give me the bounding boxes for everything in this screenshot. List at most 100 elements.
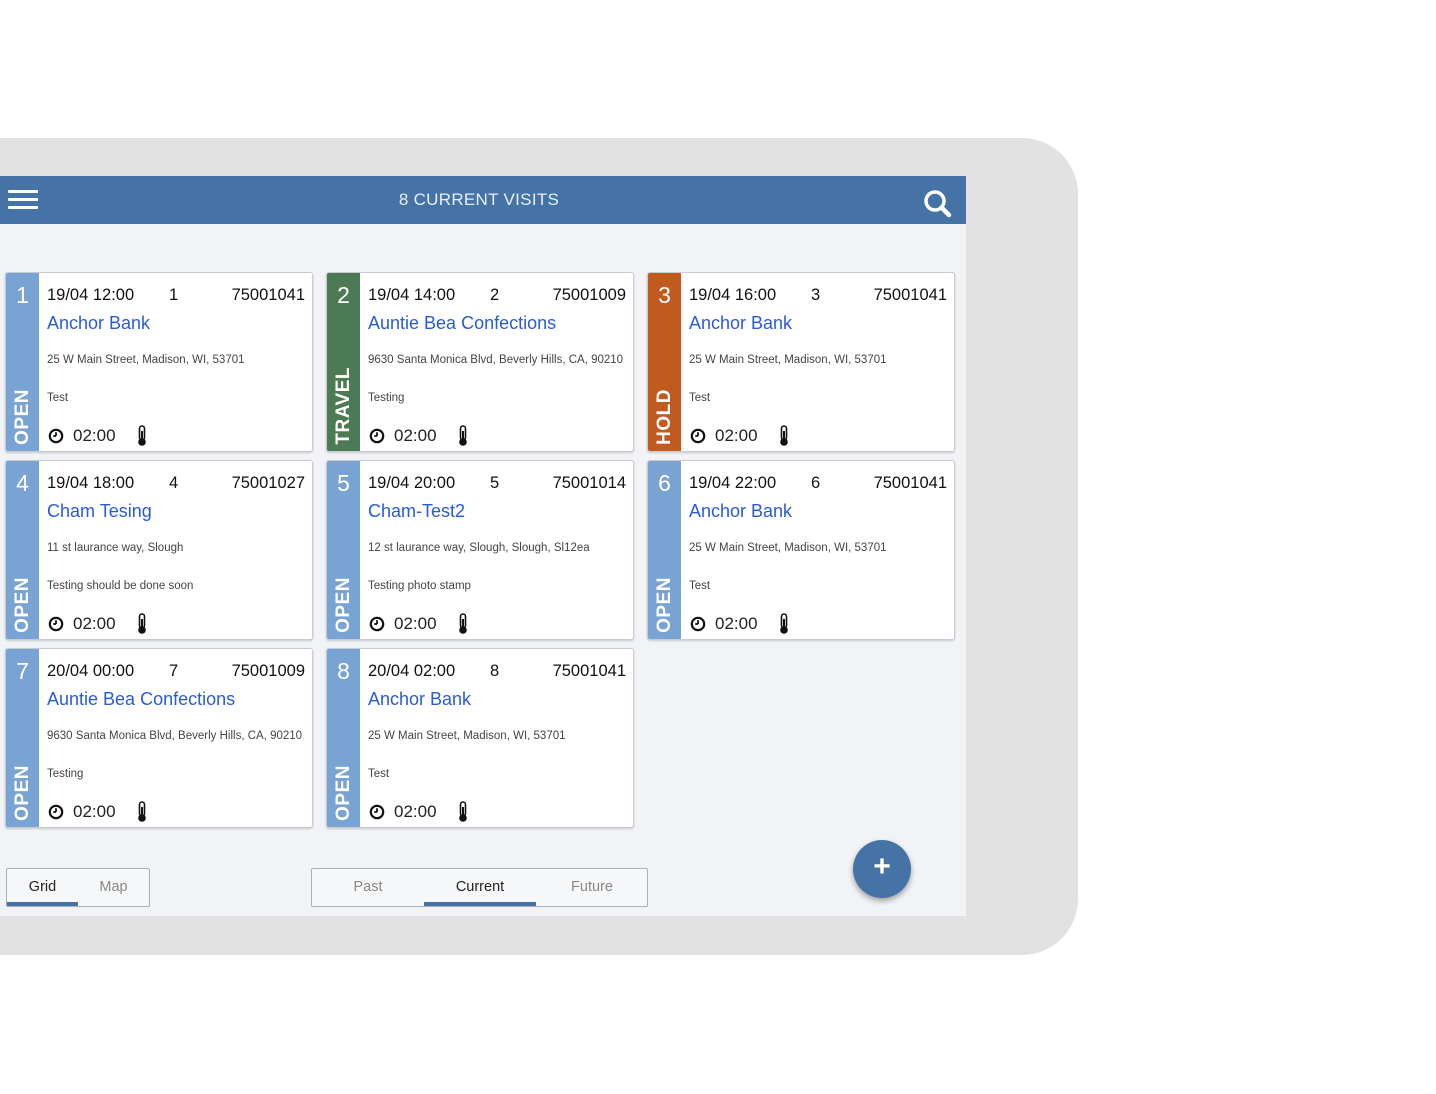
thermometer-icon [138,425,146,446]
customer-address: 25 W Main Street, Madison, WI, 53701 [47,354,245,366]
clock-icon [48,616,64,632]
thermometer-icon [780,425,788,446]
card-body: 19/04 22:00 6 75001041 Anchor Bank 25 W … [681,461,954,639]
view_toggle-option-map[interactable]: Map [78,869,149,906]
customer-name[interactable]: Auntie Bea Confections [368,313,556,334]
visit-datetime: 20/04 00:00 [47,662,135,680]
customer-name[interactable]: Anchor Bank [47,313,150,334]
time_filter-option-past[interactable]: Past [312,869,424,906]
customer-name[interactable]: Auntie Bea Confections [47,689,235,710]
clock-icon [369,804,385,820]
page-title: 8 CURRENT VISITS [398,190,560,209]
card-body: 20/04 00:00 7 75001009 Auntie Bea Confec… [39,649,312,827]
visit-reference: 75001014 [552,474,626,492]
status-bar: 8 OPEN [327,649,360,827]
card-header-row: 20/04 00:00 7 75001009 [47,662,305,682]
visit-sequence: 6 [811,474,821,492]
status-label: HOLD [654,389,675,445]
view-toggle: Grid Map [6,868,150,907]
status-bar: 2 TRAVEL [327,273,360,451]
visit-notes: Test [689,392,711,404]
visit-index: 2 [337,282,350,308]
thermometer-icon [459,613,467,634]
visit-sequence: 8 [490,662,500,680]
view_toggle-option-grid[interactable]: Grid [7,869,78,906]
card-header-row: 19/04 22:00 6 75001041 [689,474,947,494]
time_filter-option-current[interactable]: Current [424,869,536,906]
status-bar: 4 OPEN [6,461,39,639]
card-header-row: 19/04 12:00 1 75001041 [47,286,305,306]
visit-index: 3 [658,282,671,308]
time_filter-option-future[interactable]: Future [536,869,648,906]
customer-address: 25 W Main Street, Madison, WI, 53701 [689,354,887,366]
visit-index: 6 [658,470,671,496]
visit-card[interactable]: 8 OPEN 20/04 02:00 8 75001041 Anchor Ban… [326,648,634,828]
clock-icon [48,428,64,444]
visit-card[interactable]: 3 HOLD 19/04 16:00 3 75001041 Anchor Ban… [647,272,955,452]
visit-card[interactable]: 4 OPEN 19/04 18:00 4 75001027 Cham Tesin… [5,460,313,640]
status-label: OPEN [654,577,675,633]
card-header-row: 19/04 20:00 5 75001014 [368,474,626,494]
customer-name[interactable]: Cham Tesing [47,501,152,522]
visit-index: 1 [16,282,29,308]
status-bar: 7 OPEN [6,649,39,827]
visit-notes: Testing photo stamp [368,580,471,592]
card-body: 19/04 18:00 4 75001027 Cham Tesing 11 st… [39,461,312,639]
status-label: TRAVEL [333,367,354,445]
visit-sequence: 1 [169,286,179,304]
visit-card[interactable]: 1 OPEN 19/04 12:00 1 75001041 Anchor Ban… [5,272,313,452]
visit-notes: Test [368,768,390,780]
search-icon[interactable] [922,188,954,218]
customer-name[interactable]: Cham-Test2 [368,501,465,522]
visit-datetime: 20/04 02:00 [368,662,456,680]
app-screen: 8 CURRENT VISITS 1 OPEN 19/04 12:00 1 75… [0,176,966,916]
visit-reference: 75001041 [552,662,626,680]
visit-duration: 02:00 [394,614,437,633]
visit-reference: 75001009 [231,662,305,680]
status-bar: 5 OPEN [327,461,360,639]
visit-index: 5 [337,470,350,496]
add-visit-button[interactable]: + [853,840,911,898]
visit-card[interactable]: 6 OPEN 19/04 22:00 6 75001041 Anchor Ban… [647,460,955,640]
status-label: OPEN [333,765,354,821]
visit-index: 8 [337,658,350,684]
status-label: OPEN [333,577,354,633]
card-header-row: 19/04 16:00 3 75001041 [689,286,947,306]
card-body: 20/04 02:00 8 75001041 Anchor Bank 25 W … [360,649,633,827]
visit-card[interactable]: 7 OPEN 20/04 00:00 7 75001009 Auntie Bea… [5,648,313,828]
customer-address: 9630 Santa Monica Blvd, Beverly Hills, C… [368,354,624,366]
customer-address: 25 W Main Street, Madison, WI, 53701 [689,542,887,554]
customer-address: 12 st laurance way, Slough, Slough, Sl12… [368,542,590,554]
clock-icon [690,616,706,632]
visit-notes: Testing [47,768,84,780]
visit-card[interactable]: 2 TRAVEL 19/04 14:00 2 75001009 Auntie B… [326,272,634,452]
card-body: 19/04 14:00 2 75001009 Auntie Bea Confec… [360,273,633,451]
status-bar: 1 OPEN [6,273,39,451]
visit-datetime: 19/04 14:00 [368,286,456,304]
customer-address: 9630 Santa Monica Blvd, Beverly Hills, C… [47,730,303,742]
visit-duration: 02:00 [715,426,758,445]
clock-icon [369,428,385,444]
card-body: 19/04 16:00 3 75001041 Anchor Bank 25 W … [681,273,954,451]
thermometer-icon [459,425,467,446]
visit-datetime: 19/04 12:00 [47,286,135,304]
visit-sequence: 7 [169,662,179,680]
visit-duration: 02:00 [394,802,437,821]
visit-datetime: 19/04 16:00 [689,286,777,304]
card-body: 19/04 20:00 5 75001014 Cham-Test2 12 st … [360,461,633,639]
customer-name[interactable]: Anchor Bank [689,313,792,334]
customer-address: 11 st laurance way, Slough [47,542,184,554]
status-bar: 6 OPEN [648,461,681,639]
visit-sequence: 2 [490,286,500,304]
app-header: 8 CURRENT VISITS [0,176,966,224]
customer-name[interactable]: Anchor Bank [689,501,792,522]
thermometer-icon [138,613,146,634]
thermometer-icon [459,801,467,822]
visit-card[interactable]: 5 OPEN 19/04 20:00 5 75001014 Cham-Test2… [326,460,634,640]
visit-duration: 02:00 [715,614,758,633]
thermometer-icon [138,801,146,822]
visit-reference: 75001009 [552,286,626,304]
thermometer-icon [780,613,788,634]
customer-name[interactable]: Anchor Bank [368,689,471,710]
visit-notes: Test [47,392,69,404]
